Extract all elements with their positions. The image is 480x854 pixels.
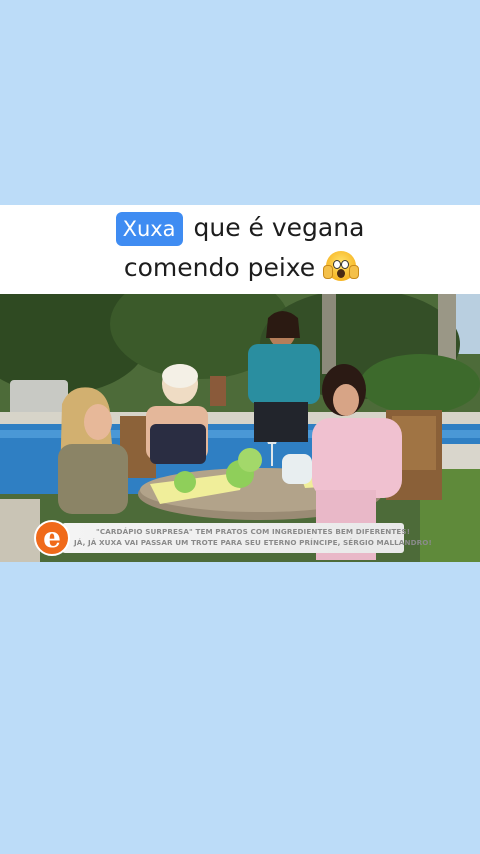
face-screaming-in-fear-icon	[323, 251, 360, 281]
caption-line-1-text: que é vegana	[193, 213, 365, 242]
caption-line-2: comendo peixe	[0, 251, 480, 284]
video-frame[interactable]: e "CARDÁPIO SURPRESA" TEM PRATOS COM ING…	[0, 294, 480, 562]
ticker-line-2: JÁ, JÁ XUXA VAI PASSAR UM TROTE PARA SEU…	[74, 538, 432, 547]
caption-highlight: Xuxa	[115, 212, 183, 246]
caption-line-1: Xuxa que é vegana	[0, 212, 480, 246]
ticker: e "CARDÁPIO SURPRESA" TEM PRATOS COM ING…	[34, 520, 432, 556]
channel-logo: e	[34, 520, 70, 556]
caption-line-2-text: comendo peixe	[123, 253, 316, 282]
ticker-line-1: "CARDÁPIO SURPRESA" TEM PRATOS COM INGRE…	[96, 527, 411, 536]
